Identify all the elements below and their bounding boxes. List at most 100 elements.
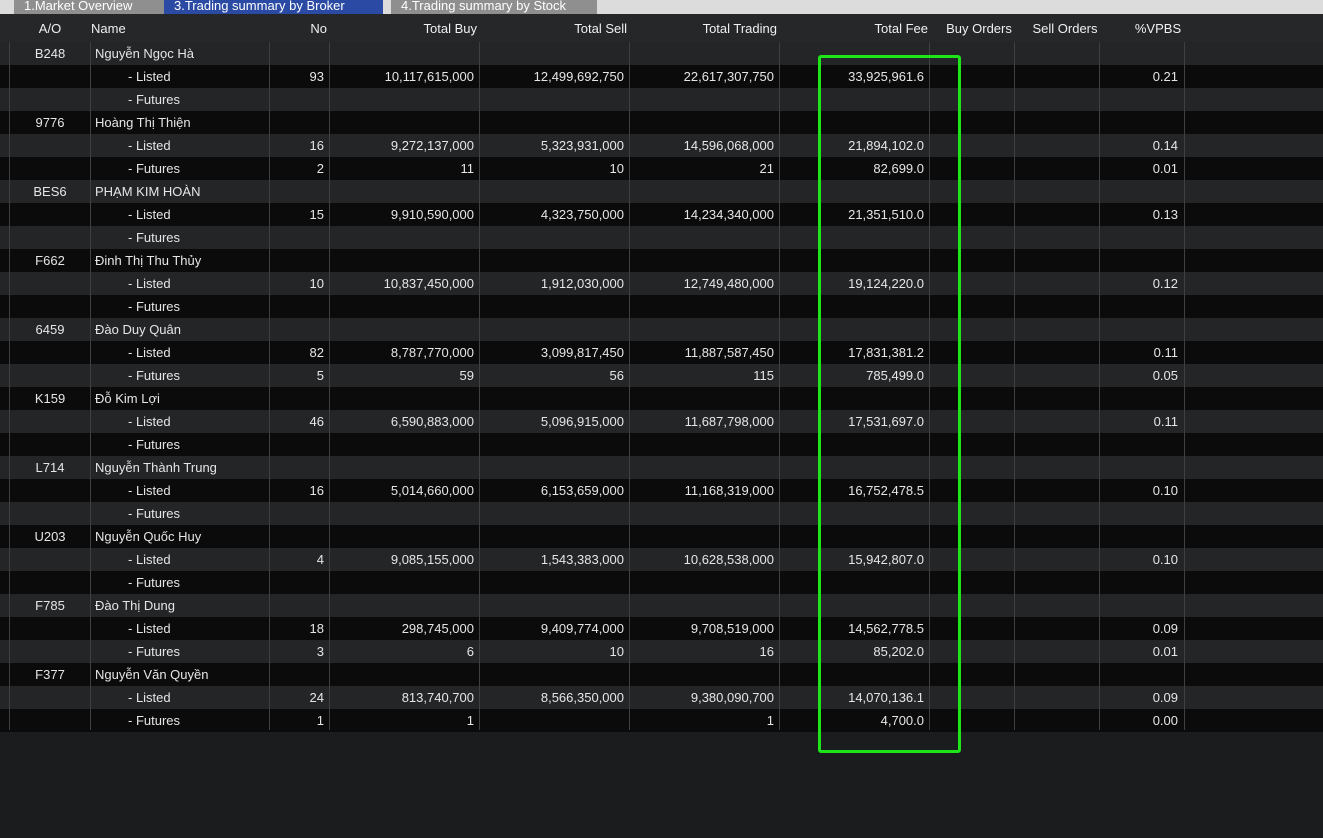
header-total-fee[interactable]: Total Fee — [780, 14, 928, 42]
cell-vpbs — [1100, 502, 1178, 525]
header-buy-orders[interactable]: Buy Orders — [930, 14, 1028, 42]
cell-total-sell: 10 — [609, 161, 624, 176]
cell-total-buy — [330, 387, 474, 410]
table-row[interactable]: - Futures 5 59 56 115 785,499.0 0.05 — [0, 364, 1323, 387]
cell-vpbs — [1100, 111, 1178, 134]
table-row[interactable]: 6459 Đào Duy Quân — [0, 318, 1323, 341]
table-row[interactable]: L714 Nguyễn Thành Trung — [0, 456, 1323, 479]
cell-no: 16 — [309, 138, 324, 153]
cell-total-trading: 11,887,587,450 — [684, 345, 774, 360]
cell-total-sell — [480, 295, 624, 318]
tab-trading-summary-by-stock[interactable]: 4.Trading summary by Stock — [391, 0, 597, 14]
table-row[interactable]: - Listed 18 298,745,000 9,409,774,000 9,708,… — [0, 617, 1323, 640]
cell-ao — [10, 548, 90, 571]
cell-ao — [10, 433, 90, 456]
table-row[interactable]: - Listed 4 9,085,155,000 1,543,383,000 10,62… — [0, 548, 1323, 571]
table-row[interactable]: - Listed 16 9,272,137,000 5,323,931,000 14,5… — [0, 134, 1323, 157]
header-no[interactable]: No — [270, 14, 327, 42]
cell-sell-orders — [1015, 548, 1097, 571]
cell-sell-orders — [1015, 295, 1097, 318]
table-row[interactable]: - Listed 16 5,014,660,000 6,153,659,000 11,1… — [0, 479, 1323, 502]
cell-sell-orders — [1015, 272, 1097, 295]
cell-sell-orders — [1015, 433, 1097, 456]
tab-trading-summary-by-broker[interactable]: 3.Trading summary by Broker — [164, 0, 383, 14]
cell-total-trading: 12,749,480,000 — [683, 276, 774, 291]
cell-no: 1 — [316, 713, 324, 728]
table-row[interactable]: - Futures — [0, 502, 1323, 525]
cell-total-trading: 21 — [759, 161, 774, 176]
cell-ao — [10, 571, 90, 594]
cell-total-buy — [330, 502, 474, 525]
table-row[interactable]: U203 Nguyễn Quốc Huy — [0, 525, 1323, 548]
table-row[interactable]: - Futures — [0, 226, 1323, 249]
cell-total-sell — [480, 594, 624, 617]
header-total-trading[interactable]: Total Trading — [630, 14, 777, 42]
cell-name: Đỗ Kim Lợi — [95, 391, 160, 406]
cell-total-buy: 8,787,770,000 — [390, 345, 474, 360]
cell-no — [270, 502, 324, 525]
cell-sell-orders — [1015, 617, 1097, 640]
tab-market-overview[interactable]: 1.Market Overview — [14, 0, 164, 14]
table-row[interactable]: - Futures 2 11 10 21 82,699.0 0.01 — [0, 157, 1323, 180]
header-ao[interactable]: A/O — [10, 14, 90, 42]
cell-total-trading — [630, 111, 774, 134]
cell-ao: 9776 — [35, 115, 65, 130]
table-row[interactable]: B248 Nguyễn Ngọc Hà — [0, 42, 1323, 65]
header-total-sell[interactable]: Total Sell — [480, 14, 627, 42]
table-row[interactable]: F785 Đào Thị Dung — [0, 594, 1323, 617]
cell-name: Đào Duy Quân — [95, 322, 181, 337]
cell-sell-orders — [1015, 203, 1097, 226]
cell-total-sell: 6,153,659,000 — [540, 483, 624, 498]
cell-vpbs: 0.14 — [1152, 138, 1178, 153]
table-row[interactable]: - Futures — [0, 433, 1323, 456]
table-row[interactable]: BES6 PHẠM KIM HOÀN — [0, 180, 1323, 203]
table-row[interactable]: - Futures 3 6 10 16 85,202.0 0.01 — [0, 640, 1323, 663]
cell-ao — [10, 157, 90, 180]
cell-total-trading — [630, 525, 774, 548]
table-row[interactable]: - Listed 93 10,117,615,000 12,499,692,750 22… — [0, 65, 1323, 88]
cell-total-trading: 14,596,068,000 — [683, 138, 774, 153]
cell-total-sell — [480, 433, 624, 456]
cell-total-sell — [480, 226, 624, 249]
table-row[interactable]: F662 Đinh Thị Thu Thủy — [0, 249, 1323, 272]
table-row[interactable]: - Listed 15 9,910,590,000 4,323,750,000 14,2… — [0, 203, 1323, 226]
cell-no: 18 — [309, 621, 324, 636]
table-row[interactable]: - Listed 24 813,740,700 8,566,350,000 9,380,… — [0, 686, 1323, 709]
header-total-buy[interactable]: Total Buy — [330, 14, 477, 42]
cell-total-trading: 9,708,519,000 — [690, 621, 774, 636]
table-row[interactable]: 9776 Hoàng Thị Thiện — [0, 111, 1323, 134]
table-row[interactable]: - Futures — [0, 571, 1323, 594]
cell-ao — [10, 226, 90, 249]
table-row[interactable]: - Futures — [0, 88, 1323, 111]
cell-total-sell: 12,499,692,750 — [533, 69, 624, 84]
column-divider — [779, 42, 780, 730]
cell-vpbs: 0.01 — [1152, 161, 1178, 176]
table-row[interactable]: K159 Đỗ Kim Lợi — [0, 387, 1323, 410]
table-row[interactable]: - Listed 82 8,787,770,000 3,099,817,450 11,8… — [0, 341, 1323, 364]
cell-total-buy: 59 — [459, 368, 474, 383]
cell-total-sell: 4,323,750,000 — [540, 207, 624, 222]
table-row[interactable]: - Futures — [0, 295, 1323, 318]
cell-vpbs: 0.05 — [1152, 368, 1178, 383]
cell-total-trading: 22,617,307,750 — [683, 69, 774, 84]
cell-total-sell: 56 — [609, 368, 624, 383]
cell-no — [270, 88, 324, 111]
cell-sell-orders — [1015, 65, 1097, 88]
cell-name: Đào Thị Dung — [95, 598, 175, 613]
table-row[interactable]: - Listed 46 6,590,883,000 5,096,915,000 11,6… — [0, 410, 1323, 433]
cell-total-buy — [330, 180, 474, 203]
cell-no: 2 — [316, 161, 324, 176]
cell-total-buy: 5,014,660,000 — [390, 483, 474, 498]
header-name[interactable]: Name — [91, 14, 261, 42]
cell-name: Nguyễn Văn Quyền — [95, 667, 209, 682]
cell-sell-orders — [1015, 364, 1097, 387]
table-row[interactable]: - Listed 10 10,837,450,000 1,912,030,000 12,… — [0, 272, 1323, 295]
header-vpbs[interactable]: %VPBS — [1100, 14, 1216, 42]
column-divider — [1099, 42, 1100, 730]
cell-total-buy: 1 — [466, 713, 474, 728]
cell-name: Đinh Thị Thu Thủy — [95, 253, 202, 268]
grid-left-border — [9, 42, 10, 730]
table-row[interactable]: - Futures 1 1 1 4,700.0 0.00 — [0, 709, 1323, 732]
table-row[interactable]: F377 Nguyễn Văn Quyền — [0, 663, 1323, 686]
cell-total-sell — [480, 111, 624, 134]
